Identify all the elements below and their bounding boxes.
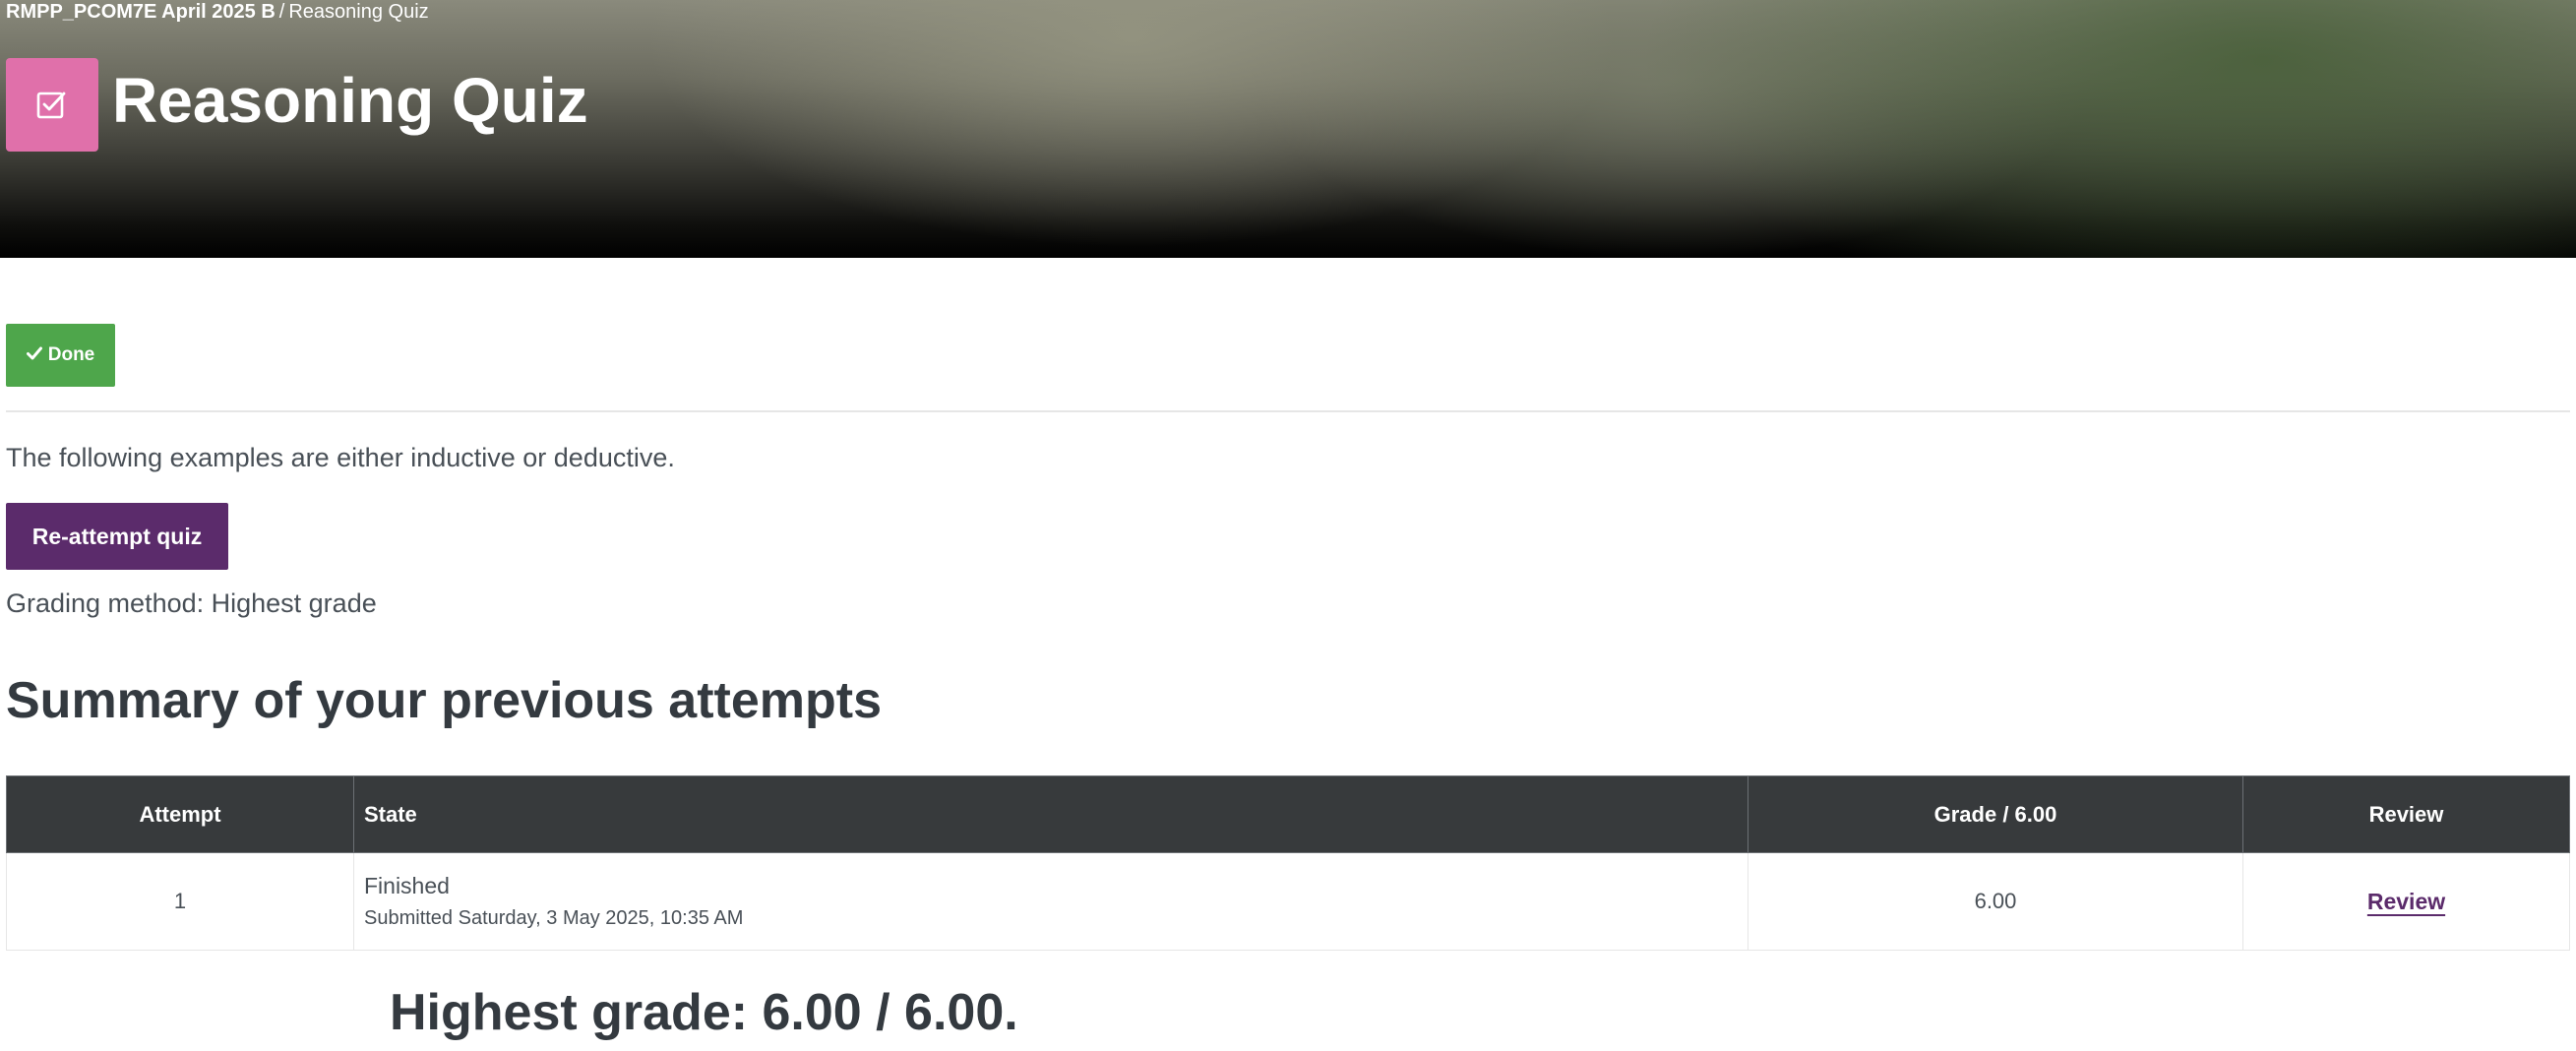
table-header-row: Attempt State Grade / 6.00 Review: [6, 775, 2570, 853]
section-divider: [6, 410, 2570, 412]
breadcrumb-current[interactable]: Reasoning Quiz: [288, 1, 428, 23]
attempt-state-cell: Finished Submitted Saturday, 3 May 2025,…: [353, 852, 1748, 951]
summary-heading: Summary of your previous attempts: [6, 672, 882, 729]
done-button-label: Done: [47, 344, 95, 365]
column-header-attempt: Attempt: [6, 775, 354, 853]
checkmark-icon: [26, 344, 42, 366]
breadcrumb: RMPP_PCOM7E April 2025 B / Reasoning Quiz: [6, 0, 429, 24]
breadcrumb-separator: /: [278, 1, 285, 23]
review-link[interactable]: Review: [2367, 889, 2445, 914]
breadcrumb-course-link[interactable]: RMPP_PCOM7E April 2025 B: [6, 1, 276, 23]
course-header-banner: RMPP_PCOM7E April 2025 B / Reasoning Quiz …: [0, 0, 2576, 258]
column-header-grade: Grade / 6.00: [1748, 775, 2243, 853]
attempt-review-cell: Review: [2242, 852, 2570, 951]
column-header-state: State: [353, 775, 1748, 853]
attempt-submitted-date: Submitted Saturday, 3 May 2025, 10:35 AM: [364, 907, 744, 929]
attempt-number: 1: [6, 852, 354, 951]
done-button[interactable]: Done: [6, 324, 115, 387]
quiz-intro-text: The following examples are either induct…: [6, 443, 675, 472]
attempt-grade: 6.00: [1748, 852, 2243, 951]
attempt-state: Finished: [364, 873, 450, 898]
quiz-checkbox-icon: [6, 58, 98, 152]
highest-grade-text: Highest grade: 6.00 / 6.00.: [390, 984, 1018, 1041]
attempts-summary-table: Attempt State Grade / 6.00 Review 1 Fini…: [6, 775, 2570, 951]
page-title: Reasoning Quiz: [112, 65, 588, 136]
table-row: 1 Finished Submitted Saturday, 3 May 202…: [6, 852, 2570, 951]
column-header-review: Review: [2242, 775, 2570, 853]
reattempt-quiz-button[interactable]: Re-attempt quiz: [6, 503, 228, 570]
grading-method-text: Grading method: Highest grade: [6, 588, 377, 618]
